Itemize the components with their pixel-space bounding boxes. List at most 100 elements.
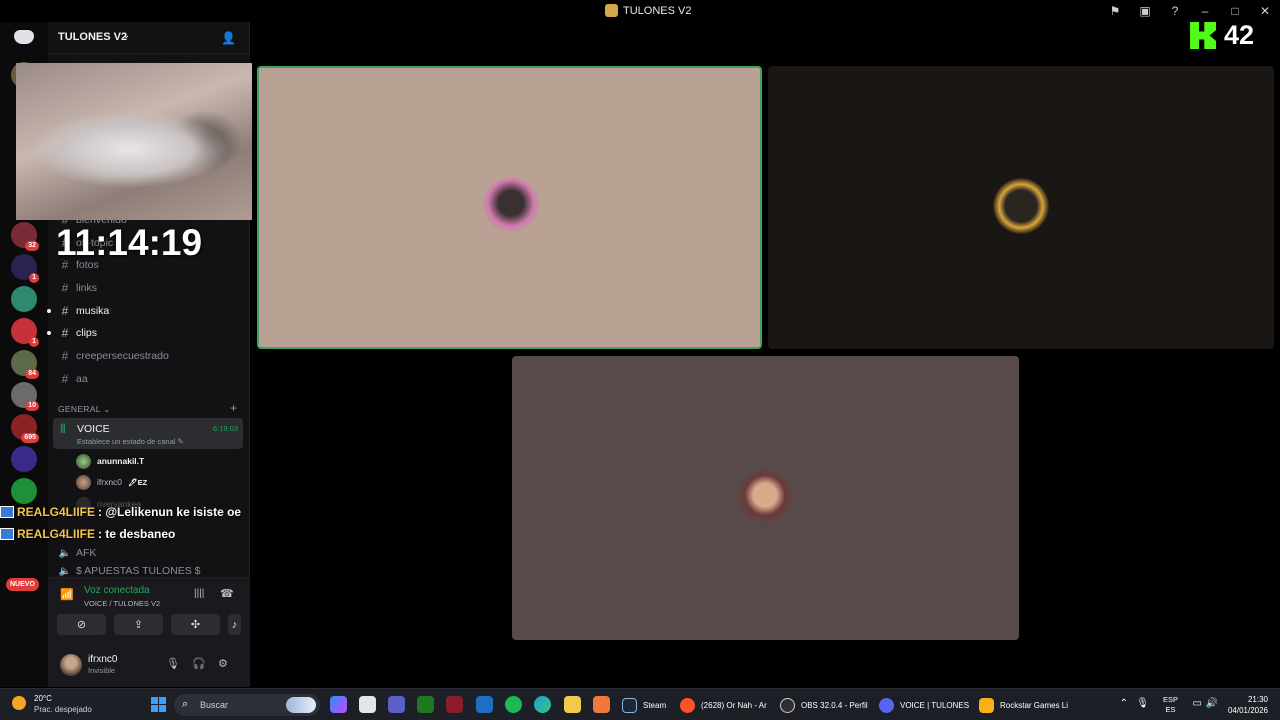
screen-share-button[interactable]: ⇪ bbox=[114, 614, 163, 635]
minimize-icon[interactable]: – bbox=[1190, 4, 1220, 18]
window-title: TULONES V2 bbox=[605, 4, 691, 17]
taskbar-item-label: Rockstar Games Li bbox=[1000, 700, 1069, 710]
speaker-icon: 🔈 bbox=[58, 547, 72, 559]
window-title-text: TULONES V2 bbox=[623, 4, 692, 17]
noise-suppression-icon[interactable]: |||| bbox=[194, 588, 204, 599]
voice-channel-status-text: Establece un estado de canal bbox=[77, 437, 176, 446]
voice-channel-status[interactable]: Establece un estado de canal ✎ bbox=[77, 437, 184, 446]
desktop: TULONES V2 ⚑ ▣ ? – □ ✕ 32 1 1 84 10 695 … bbox=[0, 0, 1280, 720]
server-icon[interactable] bbox=[11, 446, 37, 472]
close-icon[interactable]: ✕ bbox=[1250, 4, 1280, 18]
kick-logo-icon bbox=[1190, 22, 1216, 49]
microphone-icon[interactable]: 🎙 bbox=[166, 657, 180, 670]
avatar[interactable] bbox=[60, 654, 82, 676]
server-icon[interactable]: 1 bbox=[11, 318, 39, 347]
copilot-icon[interactable] bbox=[330, 696, 347, 713]
taskbar: 20°C Prac. despejado ⌕ Buscar Steam (262… bbox=[0, 688, 1280, 720]
voice-connected-subtitle[interactable]: VOICE / TULONES V2 bbox=[84, 599, 160, 608]
window-titlebar: TULONES V2 ⚑ ▣ ? – □ ✕ bbox=[0, 0, 1280, 22]
volume-icon[interactable]: 🔊 bbox=[1206, 698, 1218, 709]
outlook-icon[interactable] bbox=[476, 696, 493, 713]
taskbar-item-discord[interactable]: VOICE | TULONES bbox=[879, 695, 969, 715]
server-icon[interactable]: 1 bbox=[11, 254, 39, 283]
avatar bbox=[483, 178, 539, 234]
taskbar-search[interactable]: ⌕ Buscar bbox=[174, 694, 320, 716]
voice-channel[interactable]: 🔈 $ APUESTAS TULONES $ bbox=[54, 565, 244, 577]
server-icon[interactable] bbox=[11, 286, 37, 312]
hash-icon: # bbox=[61, 326, 69, 340]
video-tile[interactable] bbox=[512, 356, 1019, 640]
channel-item[interactable]: # musika bbox=[47, 301, 244, 321]
voice-member[interactable]: ifrxnc0 🖊EZ bbox=[76, 473, 147, 491]
soundboard-button[interactable]: ♪ bbox=[228, 614, 241, 635]
edge-icon[interactable] bbox=[534, 696, 551, 713]
guild-header[interactable]: TULONES V2 ⌄ 👤 bbox=[48, 22, 250, 54]
user-name[interactable]: ifrxnc0 bbox=[88, 654, 117, 665]
discord-home-icon[interactable] bbox=[14, 30, 34, 44]
maximize-icon[interactable]: □ bbox=[1220, 4, 1250, 18]
channel-name: links bbox=[76, 282, 98, 294]
language-indicator[interactable]: ESP ES bbox=[1163, 695, 1178, 715]
mention-badge: 10 bbox=[25, 401, 39, 411]
discord-icon bbox=[879, 697, 894, 713]
clock-time: 21:30 bbox=[1247, 695, 1268, 704]
channel-item[interactable]: # creepersecuestrado bbox=[54, 346, 244, 366]
app-icon[interactable] bbox=[446, 696, 463, 713]
channel-item[interactable]: # aa bbox=[54, 369, 244, 389]
member-tag-text: EZ bbox=[137, 477, 148, 487]
chat-message: REALG4LIIFE : @Lelikenun ke isiste oe bbox=[0, 505, 241, 519]
voice-connected-title[interactable]: Voz conectada bbox=[84, 585, 150, 596]
channel-name: musika bbox=[76, 305, 110, 317]
chat-username: REALG4LIIFE bbox=[17, 527, 96, 541]
activities-button[interactable]: ✣ bbox=[171, 614, 220, 635]
chevron-down-icon: ⌄ bbox=[122, 30, 131, 41]
help-icon[interactable]: ? bbox=[1160, 4, 1190, 18]
teams-icon[interactable] bbox=[388, 696, 405, 713]
new-badge: NUEVO bbox=[6, 578, 39, 591]
category-general[interactable]: GENERAL ⌄ bbox=[58, 404, 111, 415]
disconnect-icon[interactable]: ☎ bbox=[220, 587, 234, 600]
server-icon[interactable]: 84 bbox=[11, 350, 39, 379]
server-icon[interactable]: 10 bbox=[11, 382, 39, 411]
video-tile-speaking[interactable] bbox=[257, 66, 762, 349]
signal-icon[interactable]: 📶 bbox=[60, 588, 74, 601]
inbox-icon[interactable]: ▣ bbox=[1130, 4, 1160, 18]
microphone-icon[interactable]: 🎙 bbox=[1136, 698, 1149, 709]
windows-start-icon[interactable] bbox=[151, 697, 166, 712]
voice-channel-active[interactable]: ||| VOICE Establece un estado de canal ✎… bbox=[53, 418, 243, 449]
headphones-icon[interactable]: 🎧 bbox=[192, 657, 206, 670]
twitch-icon bbox=[0, 506, 14, 518]
titlebar-controls: ⚑ ▣ ? – □ ✕ bbox=[1100, 0, 1280, 22]
taskbar-item-steam[interactable]: Steam bbox=[622, 695, 666, 715]
monitor-icon[interactable]: ▭ bbox=[1193, 698, 1202, 709]
steam-icon bbox=[622, 697, 637, 713]
weather-condition: Prac. despejado bbox=[34, 705, 92, 714]
mention-badge: 1 bbox=[29, 273, 39, 283]
server-icon[interactable] bbox=[11, 478, 37, 504]
spotify-icon[interactable] bbox=[505, 696, 522, 713]
camera-off-button[interactable]: ⊘ bbox=[57, 614, 106, 635]
add-member-icon[interactable]: 👤 bbox=[221, 31, 236, 45]
taskbar-item-rockstar[interactable]: Rockstar Games Li bbox=[979, 695, 1068, 715]
voice-member[interactable]: anunnakil.T bbox=[76, 452, 144, 470]
taskbar-item-browser[interactable]: (2628) Or Nah - Ar bbox=[680, 695, 767, 715]
server-icon[interactable]: 32 bbox=[11, 222, 39, 251]
voice-channel[interactable]: 🔈 AFK bbox=[54, 543, 244, 563]
mention-badge: 84 bbox=[25, 369, 39, 379]
system-clock[interactable]: 21:30 04/01/2026 bbox=[1228, 694, 1268, 716]
gear-icon[interactable]: ⚙ bbox=[218, 657, 228, 670]
channel-item[interactable]: # clips bbox=[47, 323, 244, 343]
create-channel-icon[interactable]: + bbox=[230, 401, 237, 415]
channel-item[interactable]: # links bbox=[54, 278, 244, 298]
chevron-up-icon[interactable]: ⌃ bbox=[1120, 698, 1128, 709]
app-icon[interactable] bbox=[593, 696, 610, 713]
flag-icon[interactable]: ⚑ bbox=[1100, 4, 1130, 18]
taskbar-item-obs[interactable]: OBS 32.0.4 - Perfil bbox=[780, 695, 868, 715]
store-icon[interactable] bbox=[359, 696, 376, 713]
sun-icon bbox=[12, 696, 26, 710]
server-icon[interactable]: 695 bbox=[11, 414, 39, 443]
folder-icon[interactable] bbox=[564, 696, 581, 713]
rockstar-icon bbox=[979, 697, 994, 713]
video-tile[interactable] bbox=[768, 66, 1274, 349]
nvidia-icon[interactable] bbox=[417, 696, 434, 713]
